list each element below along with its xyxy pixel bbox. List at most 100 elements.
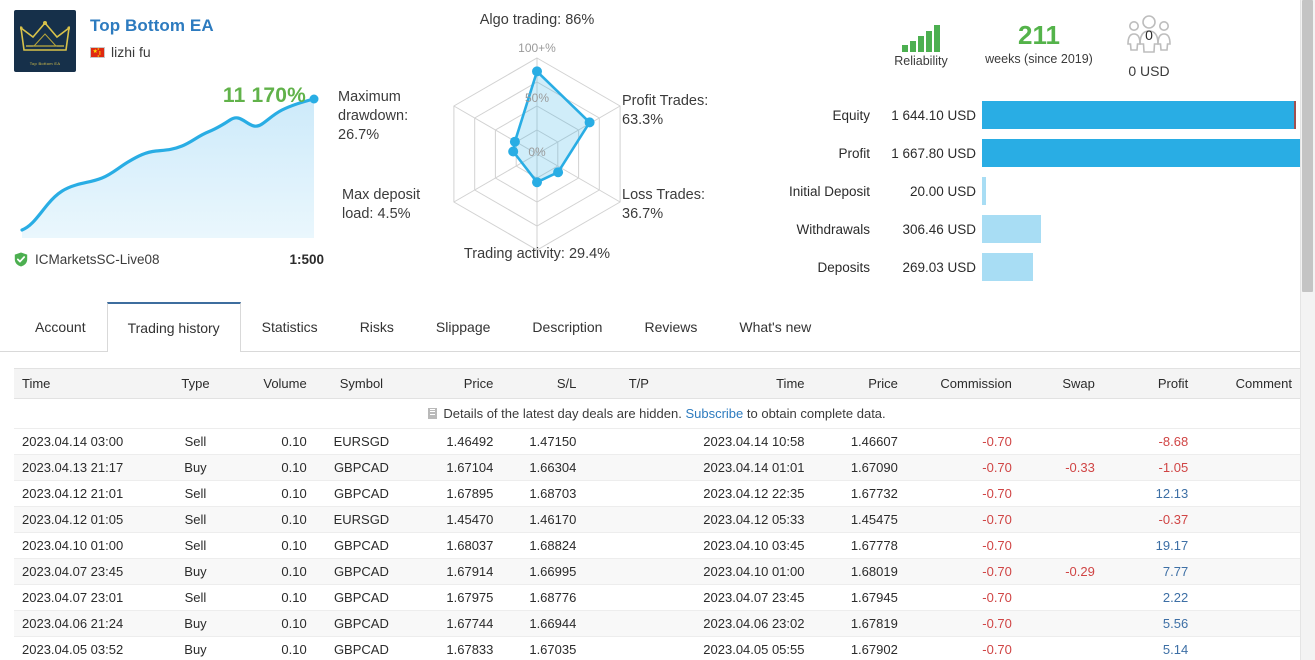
cell-tp <box>584 610 657 637</box>
cell-price-close: 1.67090 <box>812 454 906 481</box>
balance-row: Withdrawals 306.46 USD <box>760 210 1300 248</box>
cell-type: Buy <box>159 454 232 481</box>
table-row[interactable]: 2023.04.12 01:05 Sell 0.10 EURSGD 1.4547… <box>14 506 1300 533</box>
subscribe-link[interactable]: Subscribe <box>685 406 743 421</box>
growth-footer: ICMarketsSC-Live08 1:500 <box>14 252 324 267</box>
cell-price-close: 1.45475 <box>812 506 906 533</box>
ea-avatar[interactable]: Top Bottom EA <box>14 10 76 72</box>
balance-track <box>982 134 1300 172</box>
cell-swap: -0.33 <box>1019 454 1103 481</box>
tab-risks[interactable]: Risks <box>339 302 415 351</box>
cell-profit: -8.68 <box>1102 428 1197 455</box>
page-scrollbar[interactable] <box>1300 0 1315 660</box>
cell-swap <box>1019 480 1103 507</box>
cell-price-open: 1.67104 <box>408 454 502 481</box>
col-comment[interactable]: Comment <box>1196 368 1300 399</box>
balance-fill <box>982 177 986 205</box>
col-symbol[interactable]: Symbol <box>314 368 409 399</box>
cell-price-open: 1.68037 <box>408 532 502 559</box>
col-sl[interactable]: S/L <box>501 368 585 399</box>
shield-check-icon <box>14 252 28 267</box>
cell-price-close: 1.67778 <box>812 532 906 559</box>
cell-price-open: 1.67833 <box>408 636 502 660</box>
cell-time-open: 2023.04.12 01:05 <box>14 506 160 533</box>
cell-time-close: 2023.04.05 05:55 <box>656 636 813 660</box>
col-commission[interactable]: Commission <box>905 368 1020 399</box>
table-row[interactable]: 2023.04.13 21:17 Buy 0.10 GBPCAD 1.67104… <box>14 454 1300 481</box>
growth-curve <box>20 94 319 238</box>
col-tp[interactable]: T/P <box>584 368 657 399</box>
col-type[interactable]: Type <box>159 368 232 399</box>
cell-price-open: 1.67914 <box>408 558 502 585</box>
cell-time-close: 2023.04.14 01:01 <box>656 454 813 481</box>
china-flag-icon: ★ ★ ★ ★ ★ <box>90 46 105 58</box>
balance-label: Initial Deposit <box>788 183 870 199</box>
radar-chart[interactable]: 100+% 50% 0% Algo trading: 86% Profit Tr… <box>338 12 722 282</box>
cell-symbol: GBPCAD <box>314 480 409 507</box>
cell-volume: 0.10 <box>231 558 315 585</box>
cell-commission: -0.70 <box>905 610 1020 637</box>
balance-track <box>982 210 1300 248</box>
table-row[interactable]: 2023.04.10 01:00 Sell 0.10 GBPCAD 1.6803… <box>14 532 1300 559</box>
table-header: Time Type Volume Symbol Price S/L T/P Ti… <box>14 368 1300 399</box>
col-price-close[interactable]: Price <box>812 368 906 399</box>
cell-swap: -0.29 <box>1019 558 1103 585</box>
subscribers-kpi[interactable]: 0 0 USD <box>1104 14 1194 79</box>
tab-whats-new[interactable]: What's new <box>718 302 832 351</box>
table-row[interactable]: 2023.04.07 23:45 Buy 0.10 GBPCAD 1.67914… <box>14 558 1300 585</box>
balance-fill <box>982 253 1034 281</box>
radar-tick-100: 100+% <box>518 41 556 55</box>
reliability-label: Reliability <box>894 54 948 68</box>
scrollbar-thumb[interactable] <box>1302 0 1313 292</box>
balance-track <box>982 96 1300 134</box>
table-row[interactable]: 2023.04.05 03:52 Buy 0.10 GBPCAD 1.67833… <box>14 636 1300 660</box>
balance-row: Equity 1 644.10 USD <box>760 96 1300 134</box>
growth-chart[interactable]: 11 170% <box>14 84 324 238</box>
cell-profit: 2.22 <box>1102 584 1197 611</box>
balance-value: 1 667.80 USD <box>891 145 976 161</box>
cell-profit: 19.17 <box>1102 532 1197 559</box>
col-profit[interactable]: Profit <box>1102 368 1197 399</box>
tab-slippage[interactable]: Slippage <box>415 302 512 351</box>
reliability-kpi[interactable]: Reliability <box>876 24 966 68</box>
balance-value: 20.00 USD <box>909 183 976 199</box>
tab-account[interactable]: Account <box>14 302 107 351</box>
tab-trading-history[interactable]: Trading history <box>106 302 241 352</box>
growth-percent: 11 170% <box>222 84 306 107</box>
cell-time-close: 2023.04.14 10:58 <box>656 428 813 455</box>
table-row[interactable]: 2023.04.06 21:24 Buy 0.10 GBPCAD 1.67744… <box>14 610 1300 637</box>
cell-time-close: 2023.04.06 23:02 <box>656 610 813 637</box>
radar-svg: 100+% 50% 0% <box>453 41 621 251</box>
radar-tick-50: 50% <box>525 91 549 105</box>
ea-title[interactable]: Top Bottom EA <box>90 16 214 36</box>
cell-time-open: 2023.04.07 23:45 <box>14 558 160 585</box>
crown-icon <box>20 21 70 51</box>
col-volume[interactable]: Volume <box>231 368 315 399</box>
weeks-value: 211 <box>1018 20 1060 50</box>
cell-tp <box>584 636 657 660</box>
cell-price-open: 1.67975 <box>408 584 502 611</box>
table-row[interactable]: 2023.04.07 23:01 Sell 0.10 GBPCAD 1.6797… <box>14 584 1300 611</box>
cell-price-close: 1.46607 <box>812 428 906 455</box>
balance-row: Profit 1 667.80 USD <box>760 134 1300 172</box>
author-name[interactable]: lizhi fu <box>111 44 151 60</box>
cell-volume: 0.10 <box>231 636 315 660</box>
tab-reviews[interactable]: Reviews <box>623 302 718 351</box>
cell-commission: -0.70 <box>905 480 1020 507</box>
author-row[interactable]: ★ ★ ★ ★ ★ lizhi fu <box>90 44 214 60</box>
tab-bar: Account Trading history Statistics Risks… <box>0 302 1315 352</box>
tab-description[interactable]: Description <box>511 302 623 351</box>
col-swap[interactable]: Swap <box>1019 368 1103 399</box>
cell-tp <box>584 454 657 481</box>
col-price-open[interactable]: Price <box>408 368 502 399</box>
cell-price-close: 1.67945 <box>812 584 906 611</box>
cell-commission: -0.70 <box>905 454 1020 481</box>
col-time-close[interactable]: Time <box>656 368 813 399</box>
table-row[interactable]: 2023.04.14 03:00 Sell 0.10 EURSGD 1.4649… <box>14 428 1300 455</box>
tab-statistics[interactable]: Statistics <box>241 302 339 351</box>
col-time-open[interactable]: Time <box>14 368 160 399</box>
balance-label: Withdrawals <box>796 221 870 237</box>
cell-commission: -0.70 <box>905 428 1020 455</box>
subscribers-value: 0 USD <box>1128 63 1170 79</box>
table-row[interactable]: 2023.04.12 21:01 Sell 0.10 GBPCAD 1.6789… <box>14 480 1300 507</box>
